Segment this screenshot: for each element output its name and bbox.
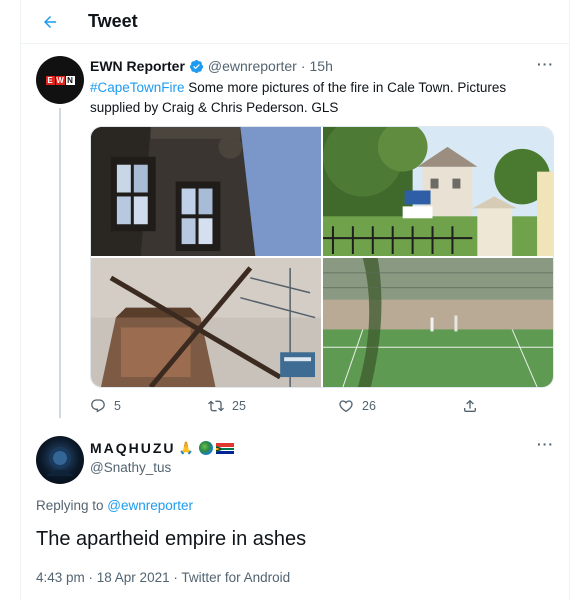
retweet-icon — [208, 400, 224, 412]
replying-prefix: Replying to — [36, 498, 108, 513]
heart-icon — [339, 400, 353, 413]
photo-burnt-windmill[interactable] — [91, 258, 321, 387]
author-name-row: MAQHUZU 🙏 — [90, 440, 234, 456]
tweet-reply[interactable]: MAQHUZU 🙏 @Snathy_tus ··· Replying to @e… — [20, 424, 570, 600]
verified-badge-icon — [189, 59, 204, 74]
ewn-logo-icon: E W N — [45, 75, 75, 85]
replying-to: Replying to @ewnreporter — [36, 498, 193, 513]
tweet-ewn[interactable]: E W N EWN Reporter @ewnreporter · 15h ··… — [20, 44, 570, 424]
avatar-image — [46, 447, 74, 476]
south-africa-flag-icon — [215, 442, 234, 454]
tweet-author-row: EWN Reporter @ewnreporter · 15h — [90, 58, 333, 74]
photo-street-fence[interactable] — [323, 127, 553, 256]
tweet-timestamp[interactable]: 4:43 pm · 18 Apr 2021 · Twitter for Andr… — [36, 570, 290, 585]
reply-button[interactable]: 5 — [90, 398, 121, 414]
page-title: Tweet — [88, 11, 138, 31]
photo-sports-field-smoke[interactable] — [323, 258, 553, 387]
pray-emoji: 🙏 — [178, 441, 196, 455]
retweet-count: 25 — [232, 399, 246, 413]
arrow-left-icon — [44, 15, 56, 28]
thread-line — [59, 108, 61, 418]
replying-handle-link[interactable]: @ewnreporter — [107, 498, 193, 513]
author-name[interactable]: MAQHUZU — [90, 440, 176, 456]
author-handle[interactable]: @Snathy_tus — [90, 460, 171, 475]
media-grid — [90, 126, 554, 388]
hashtag-link[interactable]: #CapeTownFire — [90, 80, 185, 95]
back-button[interactable] — [32, 4, 68, 40]
reply-count: 5 — [114, 399, 121, 413]
like-button[interactable]: 26 — [338, 398, 376, 414]
share-icon — [464, 399, 476, 412]
avatar[interactable] — [36, 436, 84, 484]
author-handle[interactable]: @ewnreporter — [208, 58, 297, 74]
share-button[interactable] — [462, 398, 478, 414]
tweet-text: #CapeTownFire Some more pictures of the … — [90, 78, 540, 118]
avatar[interactable]: E W N — [36, 56, 84, 104]
photo-building-windows[interactable] — [91, 127, 321, 256]
globe-emoji-icon — [198, 441, 213, 455]
tweet-text: The apartheid empire in ashes — [36, 528, 307, 550]
like-count: 26 — [362, 399, 376, 413]
page-header: Tweet — [20, 0, 570, 44]
more-options-icon[interactable]: ··· — [537, 56, 554, 72]
tweet-text-line1: Some more pictures of the fire in Cale T… — [184, 80, 507, 95]
more-options-icon[interactable]: ··· — [537, 436, 554, 452]
tweet-text-line2: supplied by Craig & Chris Pederson. GLS — [90, 100, 339, 115]
retweet-button[interactable]: 25 — [208, 398, 246, 414]
author-name[interactable]: EWN Reporter — [90, 58, 185, 74]
tweet-time[interactable]: 15h — [310, 58, 333, 74]
separator-dot: · — [300, 58, 306, 74]
reply-icon — [91, 399, 105, 413]
